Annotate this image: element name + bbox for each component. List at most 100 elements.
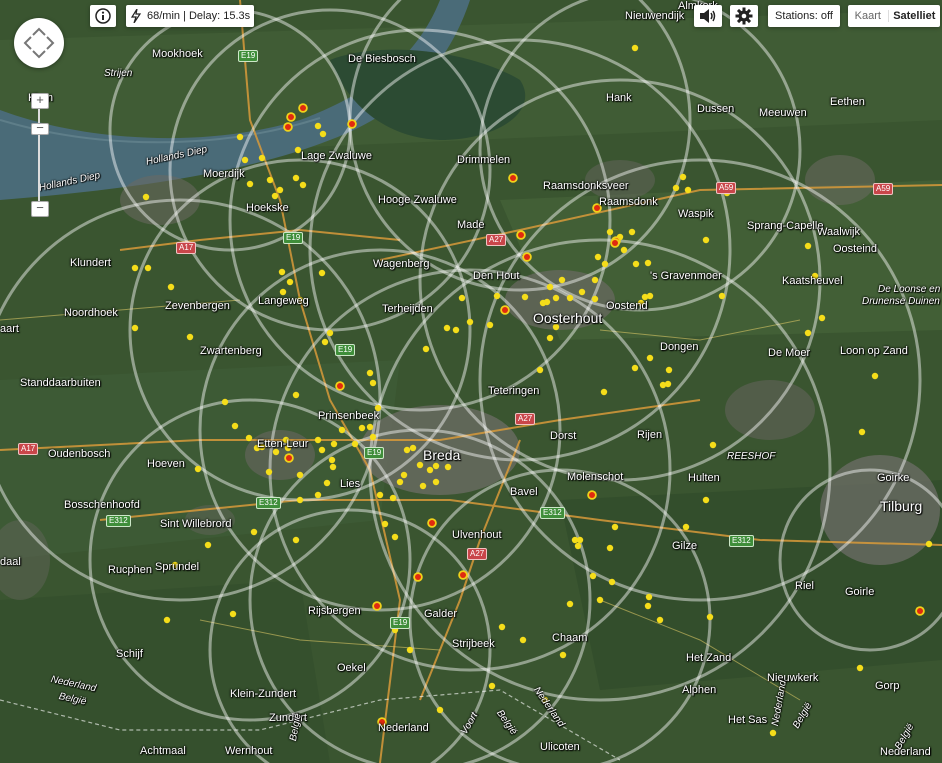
place-label: Drunense Duinen — [862, 296, 940, 307]
strike-marker — [292, 391, 300, 399]
strike-marker — [611, 523, 619, 531]
strike-marker — [608, 578, 616, 586]
strike-marker — [589, 572, 597, 580]
strike-marker — [163, 616, 171, 624]
zoom-slider-handle[interactable]: − — [31, 121, 49, 135]
recent-strike-core — [518, 232, 524, 238]
place-label: Mookhoek — [152, 48, 203, 60]
place-label: Gilze — [672, 540, 698, 552]
strike-marker — [358, 424, 366, 432]
place-label: Oudenbosch — [48, 448, 111, 460]
strike-marker — [444, 463, 452, 471]
place-label: Eethen — [830, 96, 865, 108]
road-shield: A27 — [467, 548, 488, 560]
strike-marker — [231, 422, 239, 430]
strike-marker — [229, 610, 237, 618]
strike-marker — [466, 318, 474, 326]
place-label: Prinsenbeek — [318, 410, 380, 422]
strike-marker — [314, 491, 322, 499]
strike-marker — [245, 434, 253, 442]
road-shield: E312 — [540, 507, 565, 519]
place-label: De Loonse en — [878, 284, 941, 295]
place-label: Etten-Leur — [257, 438, 309, 450]
strike-marker — [265, 468, 273, 476]
strike-marker — [330, 440, 338, 448]
settings-button[interactable] — [730, 5, 758, 27]
place-label: Oekel — [337, 662, 366, 674]
zoom-out-button[interactable]: − — [31, 201, 49, 217]
strike-marker — [246, 180, 254, 188]
place-label: Oosterhout — [533, 310, 603, 326]
strike-marker — [858, 428, 866, 436]
strike-marker — [856, 664, 864, 672]
lightning-map[interactable]: Mookhoek Strijen De Biesbosch Nieuwendijk Al… — [0, 0, 942, 763]
road-shield: A17 — [176, 242, 197, 254]
info-button[interactable] — [90, 5, 116, 27]
pan-arrows-icon — [23, 27, 55, 59]
strike-marker — [591, 276, 599, 284]
strike-marker — [292, 536, 300, 544]
strike-marker — [679, 173, 687, 181]
place-label: Nederland — [378, 722, 429, 734]
strike-marker — [369, 433, 377, 441]
map-type-kaart-button[interactable]: Kaart — [848, 10, 889, 22]
place-label: Dongen — [660, 341, 699, 353]
place-label: Made — [457, 219, 485, 231]
strike-marker — [436, 706, 444, 714]
strike-marker — [631, 44, 639, 52]
place-label: Rucphen — [108, 564, 153, 576]
recent-strike-core — [415, 574, 421, 580]
recent-strike-core — [510, 175, 516, 181]
place-label: Sint Willebrord — [160, 518, 232, 530]
strike-marker — [250, 528, 258, 536]
place-label: Terheijden — [382, 303, 433, 315]
strike-marker — [328, 456, 336, 464]
place-label: Den Hout — [473, 270, 520, 282]
strike-marker — [566, 600, 574, 608]
recent-strike-core — [337, 383, 343, 389]
strike-marker — [718, 292, 726, 300]
strike-marker — [536, 366, 544, 374]
recent-strike-core — [589, 492, 595, 498]
road-shield: E19 — [364, 447, 385, 459]
strike-marker — [458, 294, 466, 302]
strike-marker — [419, 482, 427, 490]
place-label: De Biesbosch — [348, 53, 416, 65]
strike-marker — [631, 364, 639, 372]
place-label: Dussen — [697, 103, 735, 115]
stations-toggle-button[interactable]: Stations: off — [768, 5, 840, 27]
pan-control[interactable] — [14, 18, 64, 68]
strike-marker — [543, 298, 551, 306]
strike-marker — [391, 533, 399, 541]
recent-strike-core — [286, 455, 292, 461]
place-label: REESHOF — [727, 451, 776, 462]
strike-marker — [396, 478, 404, 486]
sound-toggle-button[interactable] — [694, 5, 722, 27]
place-label: Lage Zwaluwe — [301, 150, 372, 162]
strike-marker — [632, 260, 640, 268]
strike-marker — [546, 283, 554, 291]
place-label: Klundert — [70, 257, 111, 269]
strike-rate-text: 68/min | Delay: 15.3s — [147, 10, 251, 22]
place-label: Drimmelen — [457, 154, 511, 166]
road-shield: A17 — [18, 443, 39, 455]
strike-marker — [167, 283, 175, 291]
strike-marker — [574, 542, 582, 550]
recent-strike-core — [502, 307, 508, 313]
strike-marker — [366, 423, 374, 431]
place-label: Tilburg — [880, 498, 923, 514]
gear-icon — [735, 7, 753, 25]
zoom-in-button[interactable]: + — [31, 93, 49, 109]
place-label: Schijf — [116, 648, 143, 660]
strike-marker — [706, 613, 714, 621]
lightning-icon — [130, 9, 142, 23]
place-label: Het Sas — [728, 714, 768, 726]
place-label: Ulicoten — [540, 741, 580, 753]
strike-marker — [672, 184, 680, 192]
strike-marker — [314, 122, 322, 130]
map-type-satelliet-button[interactable]: Satelliet — [889, 10, 940, 22]
place-label: Raamsdonksveer — [543, 180, 629, 192]
place-label: Nederland — [880, 746, 931, 758]
recent-strike-core — [917, 608, 923, 614]
strike-marker — [769, 729, 777, 737]
